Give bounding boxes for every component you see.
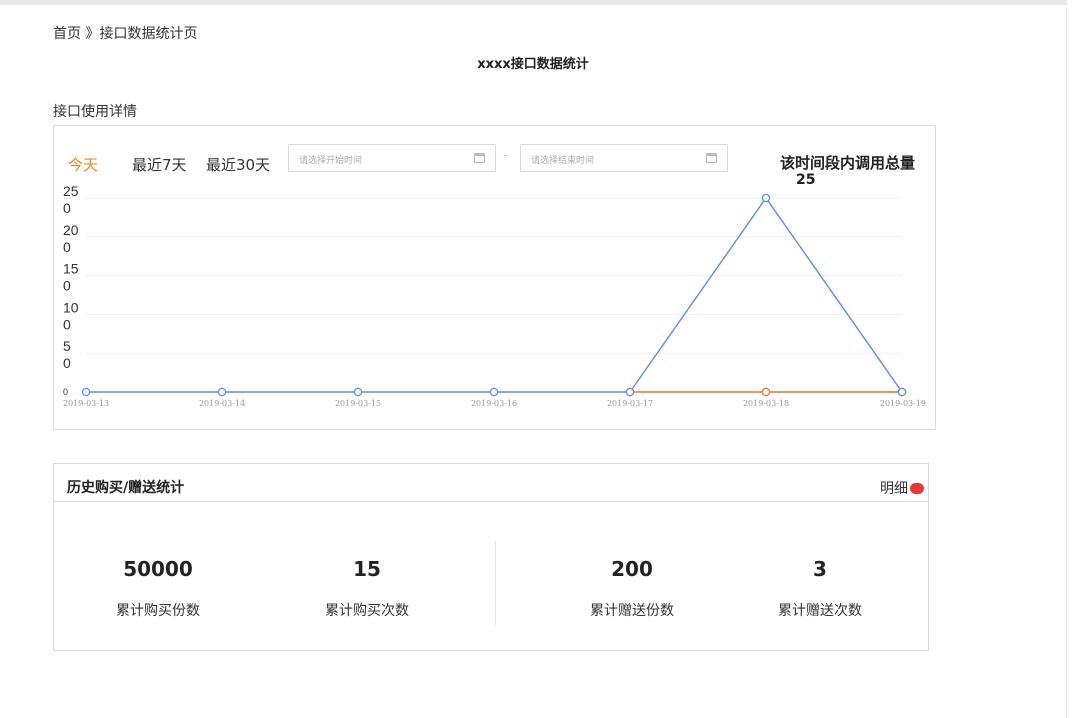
notification-dot-icon (910, 483, 924, 494)
page-scrollbar-track[interactable] (1066, 0, 1080, 718)
data-point (353, 387, 363, 397)
y-tick-label-line: 0 (63, 316, 71, 332)
end-date-input[interactable]: 请选择结束时间 (520, 144, 728, 172)
y-tick-label: 0 (63, 387, 68, 397)
y-tick-label: 20 0 (63, 222, 79, 255)
total-purchase-units-value: 50000 (123, 557, 193, 581)
total-purchase-count-label: 累计购买次数 (325, 603, 409, 619)
purchase-gift-stats-card: 历史购买/赠送统计 明细 50000 累计购买份数 15 累计购买次数 200 … (53, 463, 929, 651)
y-tick-label-line: 0 (63, 355, 71, 371)
stats-card-header: 历史购买/赠送统计 明细 (54, 464, 928, 502)
usage-section-title: 接口使用详情 (53, 104, 137, 120)
start-date-placeholder: 请选择开始时间 (299, 156, 363, 166)
breadcrumb: 首页 》接口数据统计页 (53, 26, 198, 42)
x-tick-label: 2019-03-16 (471, 399, 517, 408)
stats-divider (495, 541, 496, 625)
total-calls-value: 25 (796, 172, 816, 188)
x-tick-label: 2019-03-15 (335, 399, 381, 408)
total-gift-units-value: 200 (611, 557, 653, 581)
data-point (897, 387, 907, 397)
calendar-icon[interactable] (474, 153, 485, 163)
page-title: xxxx接口数据统计 (477, 57, 589, 72)
total-purchase-units-label: 累计购买份数 (116, 603, 200, 619)
tab-last-7-days[interactable]: 最近7天 (132, 154, 187, 175)
y-tick-label: 50 (63, 338, 71, 371)
date-range-separator: – (503, 150, 508, 161)
data-point (81, 387, 91, 397)
stats-title: 历史购买/赠送统计 (67, 480, 185, 496)
y-tick-label-line: 15 (63, 261, 79, 277)
y-tick-label: 25 0 (63, 183, 79, 216)
data-point (761, 387, 771, 397)
x-tick-label: 2019-03-13 (63, 399, 109, 408)
y-tick-label-line: 10 (63, 299, 79, 315)
total-gift-count-label: 累计赠送次数 (778, 603, 862, 619)
series-line (86, 196, 903, 393)
tab-last-30-days[interactable]: 最近30天 (206, 154, 270, 175)
data-point (625, 387, 635, 397)
y-tick-label-line: 25 (63, 183, 79, 199)
y-tick-label-line: 0 (63, 278, 71, 294)
total-purchase-count-value: 15 (353, 557, 381, 581)
y-tick-label-line: 5 (63, 338, 71, 354)
y-tick-label: 15 0 (63, 261, 79, 294)
x-tick-label: 2019-03-18 (743, 399, 789, 408)
x-tick-label: 2019-03-19 (880, 399, 926, 408)
end-date-placeholder: 请选择结束时间 (531, 156, 595, 166)
data-point (761, 193, 771, 203)
data-point (217, 387, 227, 397)
tab-today[interactable]: 今天 (68, 154, 98, 175)
top-divider (0, 0, 1066, 5)
total-gift-count-value: 3 (813, 557, 827, 581)
detail-link[interactable]: 明细 (880, 478, 908, 498)
x-tick-label: 2019-03-14 (199, 399, 245, 408)
calendar-icon[interactable] (706, 153, 717, 163)
total-calls-label: 该时间段内调用总量 (780, 154, 916, 172)
data-point (489, 387, 499, 397)
start-date-input[interactable]: 请选择开始时间 (288, 144, 496, 172)
usage-chart-card: 0 5 0 10 0 15 0 20 0 25 0 2019-03-13 2019-03-14 2019-… (53, 125, 936, 430)
x-tick-label: 2019-03-17 (607, 399, 653, 408)
y-tick-label-line: 20 (63, 222, 79, 238)
y-tick-label-line: 0 (63, 239, 71, 255)
y-tick-label: 10 0 (63, 299, 79, 332)
total-gift-units-label: 累计赠送份数 (590, 603, 674, 619)
y-tick-label-line: 0 (63, 200, 71, 216)
